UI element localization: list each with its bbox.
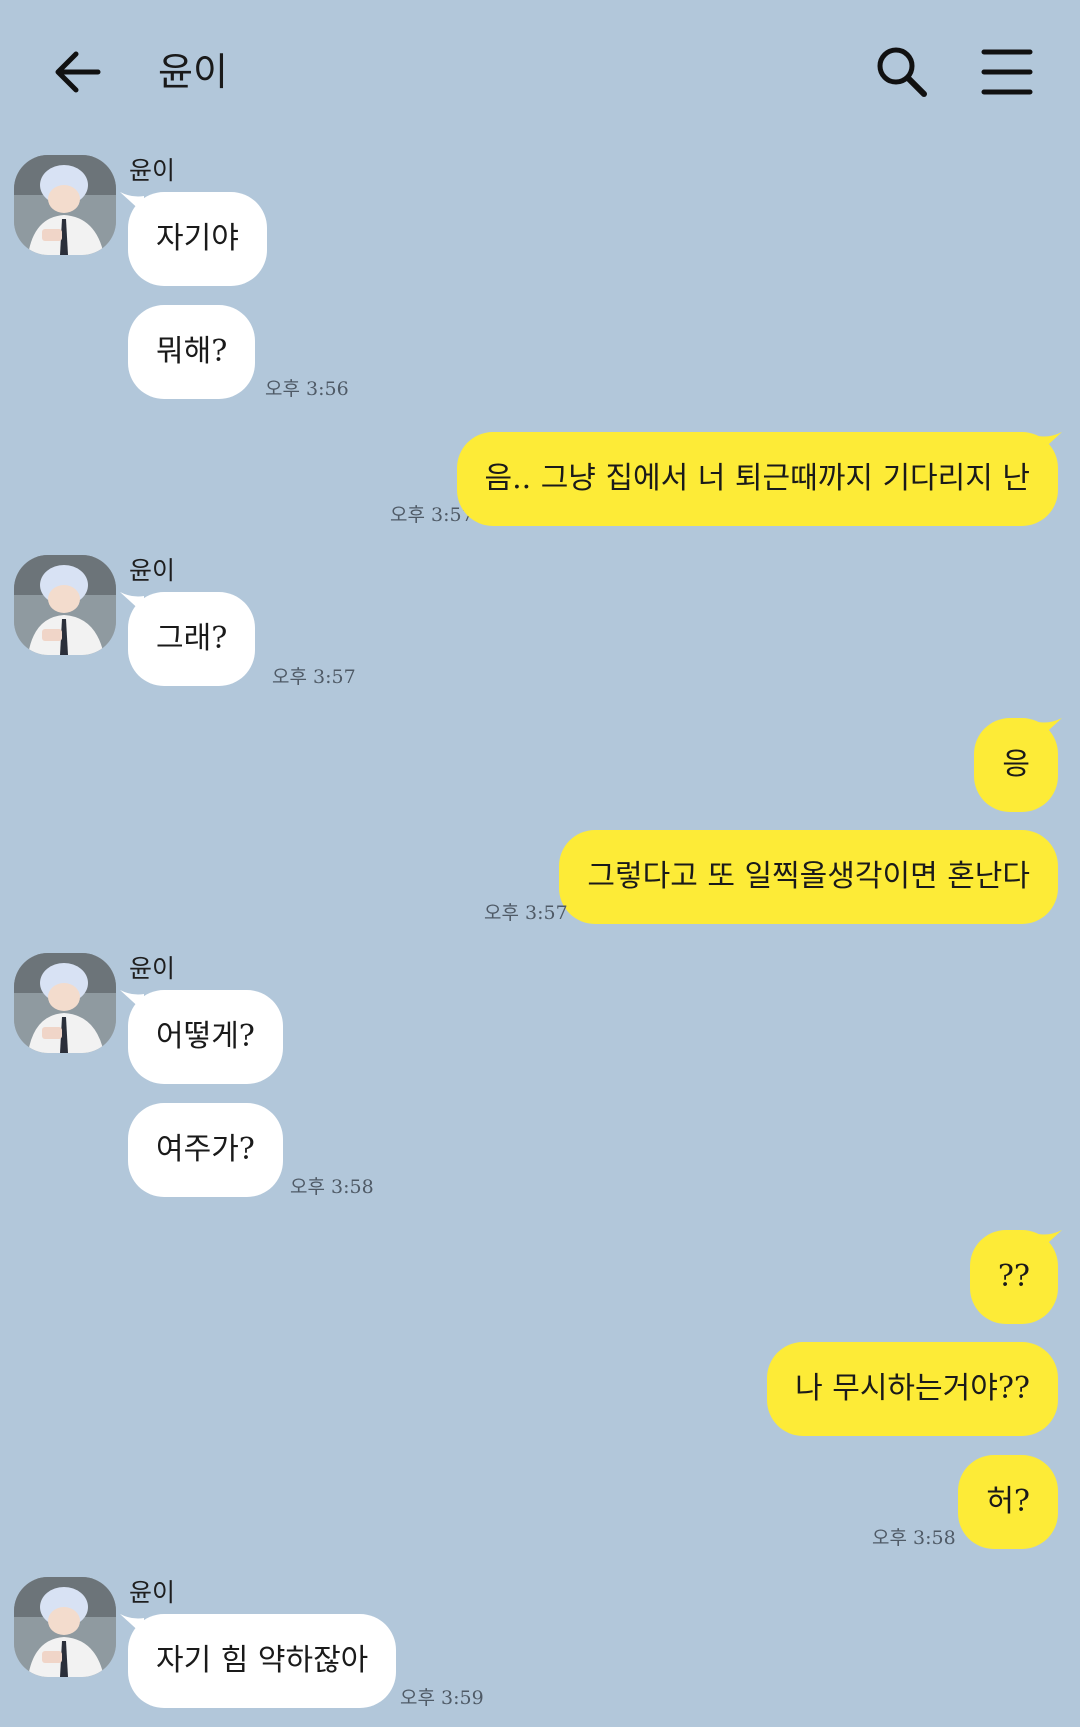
search-icon[interactable] <box>872 42 932 102</box>
sent-message[interactable]: 나 무시하는거야?? <box>767 1342 1058 1436</box>
sent-message[interactable]: 그렇다고 또 일찍올생각이면 혼난다 <box>559 830 1058 924</box>
message-time: 오후 3:56 <box>265 378 349 400</box>
sender-name: 윤이 <box>129 954 176 983</box>
message-time: 오후 3:58 <box>290 1176 374 1198</box>
avatar[interactable] <box>14 1577 116 1677</box>
message-time: 오후 3:57 <box>272 666 356 688</box>
message-time: 오후 3:59 <box>400 1687 484 1709</box>
sender-name: 윤이 <box>129 1578 176 1607</box>
bubble-tail <box>1038 432 1062 454</box>
received-message[interactable]: 그래? <box>128 592 256 686</box>
received-message[interactable]: 자기 힘 약하잖아 <box>128 1614 397 1708</box>
received-message[interactable]: 어떻게? <box>128 990 283 1084</box>
sent-message[interactable]: 허? <box>958 1455 1058 1549</box>
menu-icon[interactable] <box>980 44 1036 100</box>
avatar[interactable] <box>14 555 116 655</box>
sender-name: 윤이 <box>129 156 176 185</box>
sent-message[interactable]: 음.. 그냥 집에서 너 퇴근때까지 기다리지 난 <box>456 432 1058 526</box>
received-message[interactable]: 여주가? <box>128 1103 283 1197</box>
avatar[interactable] <box>14 953 116 1053</box>
sender-name: 윤이 <box>129 556 176 585</box>
bubble-tail <box>1038 1230 1062 1252</box>
bubble-tail <box>1038 718 1062 740</box>
message-time: 오후 3:58 <box>872 1527 956 1549</box>
back-arrow-icon[interactable] <box>50 44 106 100</box>
received-message[interactable]: 자기야 <box>128 192 267 286</box>
avatar[interactable] <box>14 155 116 255</box>
chat-title: 윤이 <box>158 50 228 94</box>
message-time: 오후 3:57 <box>484 902 568 924</box>
received-message[interactable]: 뭐해? <box>128 305 256 399</box>
chat-header: 윤이 <box>0 0 1080 145</box>
